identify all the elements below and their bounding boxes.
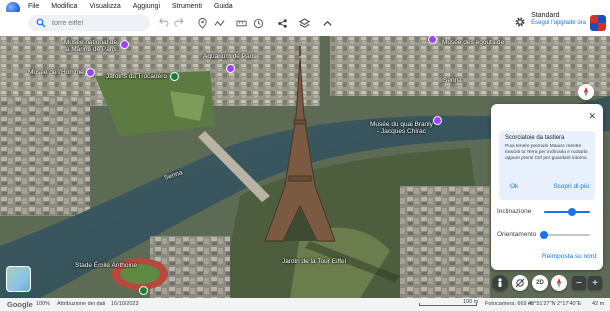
menu-aggiungi[interactable]: Aggiungi [133,3,160,10]
undo-icon[interactable] [156,16,170,30]
historical-imagery-icon[interactable] [251,16,265,30]
zoom-in-button[interactable]: + [588,276,602,290]
label-seine-top: Senna [443,77,462,84]
account-plan: Standard [531,12,560,19]
tip-ok-button[interactable]: Ok [510,183,518,190]
label-quai-branly[interactable]: Musée du quai Branly - Jacques Chirac [370,121,433,135]
tilt-label: Inclinazione [497,208,532,215]
tilt-slider-handle[interactable] [567,208,576,216]
pin-jardins-trocadero[interactable] [170,72,179,81]
keyboard-shortcuts-tip: Scorciatoie da tastiera Puoi tenere prem… [499,131,595,200]
measure-icon[interactable] [234,16,248,30]
coordinates: 48°51'27"N 2°17'40"E [528,301,582,307]
redo-icon[interactable] [172,16,186,30]
attribution-link[interactable]: Attribuzione dei dati [57,301,105,307]
tip-title: Scorciatoie da tastiera [505,135,565,141]
pin-quai-branly[interactable] [433,116,442,125]
label-stade[interactable]: Stade Émile Anthoine [75,262,137,269]
toolbar: Standard Esegui l'upgrade ora [0,12,610,36]
share-icon[interactable] [275,16,289,30]
label-aquarium[interactable]: Aquarium de Paris [203,53,256,60]
status-bar: Google 100% Attribuzione dei dati 16/10/… [0,298,610,311]
avatar[interactable] [590,15,606,31]
chevron-up-icon[interactable] [320,16,334,30]
layers-icon[interactable] [297,16,311,30]
orientation-slider-track[interactable] [544,234,590,236]
menu-modifica[interactable]: Modifica [51,3,77,10]
tilt-slider-row: Inclinazione [497,207,597,217]
ground-elevation: 42 m [592,301,605,307]
search-icon [36,18,46,28]
menu-bar: File Modifica Visualizza Aggiungi Strume… [0,0,610,16]
camera-altitude: Fotocamera: 669 m [485,301,533,307]
compass-icon[interactable] [578,84,594,100]
menu-file[interactable]: File [28,3,39,10]
pin-musee-homme[interactable] [86,68,95,77]
add-placemark-icon[interactable] [195,16,209,30]
label-musee-marine[interactable]: Musée national de la Marine de Paris [64,39,117,53]
account-info: Standard Esegui l'upgrade ora [531,12,586,26]
scale-bar [419,303,477,306]
label-musee-egouts[interactable]: Musée des égouts de [442,39,504,46]
menu-guida[interactable]: Guida [214,3,233,10]
google-logo: Google [7,300,33,309]
search-box[interactable] [28,15,150,31]
navigation-panel: ✕ Scorciatoie da tastiera Puoi tenere pr… [491,104,603,270]
pin-aquarium[interactable] [226,64,235,73]
pegman-icon[interactable] [492,275,508,291]
pin-stade[interactable] [139,286,148,295]
search-input[interactable] [52,19,142,27]
tip-body: Puoi tenere premuto Maiusc mentre trasci… [505,144,588,161]
view-mode-button[interactable]: 2D [532,275,548,291]
location-icon[interactable] [512,275,528,291]
menu-strumenti[interactable]: Strumenti [172,3,202,10]
close-icon[interactable]: ✕ [588,111,596,122]
gear-icon[interactable] [514,16,526,28]
tip-learn-more-button[interactable]: Scopri di più [553,183,589,190]
pin-musee-marine[interactable] [120,40,129,49]
menu-items: File Modifica Visualizza Aggiungi Strume… [28,3,233,10]
label-jardins-trocadero[interactable]: Jardins du Trocadéro [106,73,167,80]
orientation-slider-row: Orientamento [497,230,597,240]
reset-north-button[interactable]: Reimposta su nord [542,253,597,260]
upgrade-link[interactable]: Esegui l'upgrade ora [531,20,586,26]
orientation-label: Orientamento [497,231,537,238]
imagery-date: 16/10/2023 [111,301,139,307]
zoom-level: 100% [36,301,51,307]
zoom-out-button[interactable]: − [572,276,586,290]
menu-visualizza[interactable]: Visualizza [89,3,120,10]
minimap-thumbnail[interactable] [6,266,31,292]
compass-small-icon[interactable] [551,275,567,291]
orientation-slider-handle[interactable] [540,231,548,239]
label-musee-homme[interactable]: Musée de l'Homme [28,69,84,76]
add-path-icon[interactable] [212,16,226,30]
label-jardin-tour[interactable]: Jardin de la Tour Eiffel [282,258,346,265]
